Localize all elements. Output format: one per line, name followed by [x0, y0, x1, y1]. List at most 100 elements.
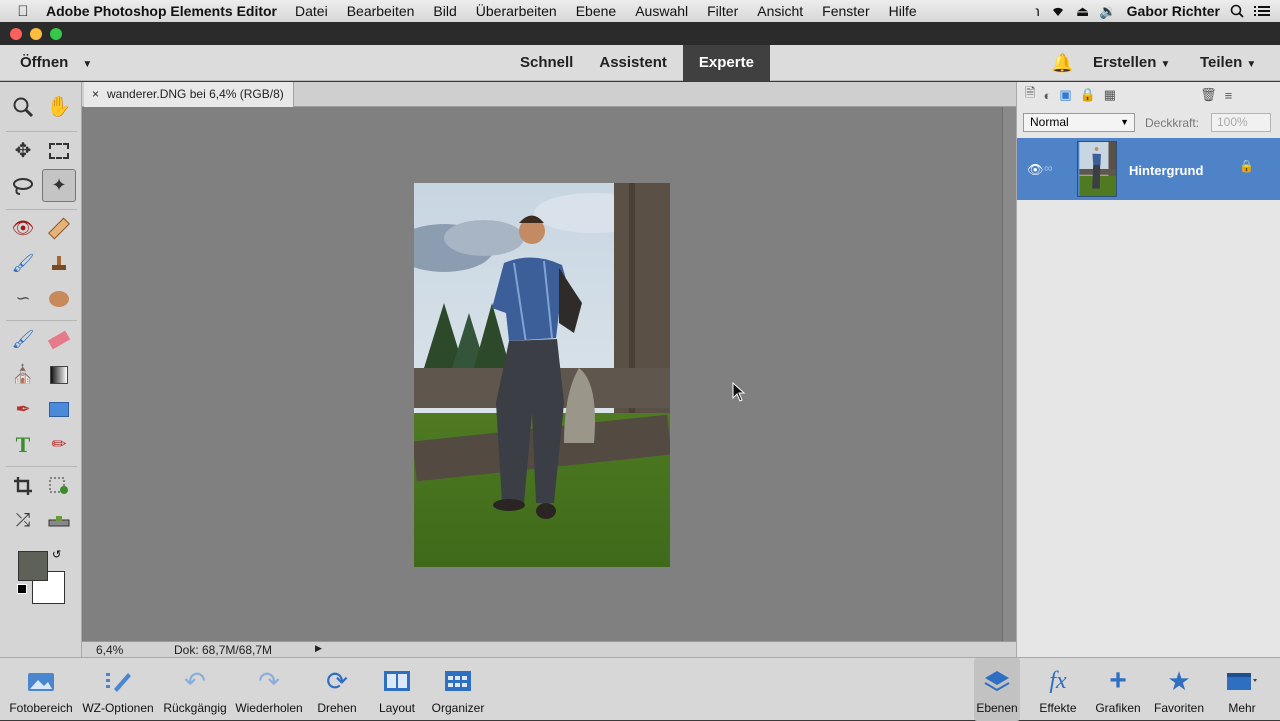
layer-mask-icon[interactable]: ▣ [1059, 87, 1071, 103]
link-icon[interactable]: ∞ [1044, 161, 1053, 175]
shape-tool[interactable] [42, 393, 76, 426]
eject-icon[interactable]: ⏏ [1076, 3, 1089, 20]
opacity-label: Deckkraft: [1145, 116, 1200, 130]
eyedropper-tool[interactable]: ✒ [6, 393, 40, 426]
foreground-color-swatch[interactable] [18, 551, 48, 581]
blur-tool[interactable]: ∽ [6, 282, 40, 315]
lock-transparent-icon[interactable]: ▦ [1104, 87, 1116, 103]
panel-menu-icon[interactable]: ≡ [1225, 88, 1233, 103]
straighten-tool[interactable] [42, 504, 76, 537]
minimize-window-button[interactable] [30, 28, 42, 40]
red-eye-tool[interactable]: 👁 [6, 212, 40, 245]
menu-auswahl[interactable]: Auswahl [635, 3, 688, 19]
blend-mode-select[interactable]: Normal ▼ [1023, 113, 1135, 132]
organizer-button[interactable]: Organizer [428, 658, 488, 721]
lasso-tool[interactable] [6, 169, 40, 202]
bluetooth-icon[interactable]: ℩ [1035, 3, 1040, 20]
opacity-field[interactable]: 100% [1211, 113, 1271, 132]
type-tool[interactable]: T [6, 428, 40, 461]
plus-icon: + [1109, 664, 1127, 697]
open-button[interactable]: Öffnen ▼ [20, 54, 92, 71]
clone-stamp-tool[interactable] [42, 247, 76, 280]
vertical-scrollbar[interactable] [1002, 107, 1016, 642]
fotobereich-button[interactable]: Fotobereich [6, 658, 76, 721]
crop-tool[interactable] [6, 469, 40, 502]
favoriten-button[interactable]: ★ Favoriten [1150, 658, 1208, 721]
redo-icon: ↷ [258, 665, 280, 696]
effekte-button[interactable]: fx Effekte [1034, 658, 1082, 721]
hand-icon: ✋ [46, 96, 72, 118]
eraser-tool[interactable] [42, 323, 76, 356]
bell-icon[interactable]: 🔔 [1051, 53, 1073, 74]
top-bar: Öffnen ▼ Schnell Assistent Experte 🔔 Erst… [0, 45, 1280, 81]
new-layer-icon[interactable]: 🗎 [1025, 84, 1035, 106]
menu-app-name[interactable]: Adobe Photoshop Elements Editor [46, 3, 277, 19]
document-tab[interactable]: × wanderer.DNG bei 6,4% (RGB/8) [84, 82, 294, 107]
wz-optionen-button[interactable]: WZ-Optionen [78, 658, 158, 721]
menu-fenster[interactable]: Fenster [822, 3, 869, 19]
tab-assistent[interactable]: Assistent [589, 45, 677, 81]
document-area: × wanderer.DNG bei 6,4% (RGB/8) 6,4% Dok… [82, 82, 1016, 657]
recompose-tool[interactable] [42, 469, 76, 502]
rotate-button[interactable]: ⟳ Drehen [312, 658, 362, 721]
rectangular-marquee-tool[interactable] [42, 134, 76, 167]
default-colors-icon[interactable] [17, 584, 27, 594]
pencil-tool[interactable]: ✏ [42, 428, 76, 461]
mehr-button[interactable]: Mehr [1220, 658, 1264, 721]
content-aware-move-tool[interactable]: ⤮ [6, 504, 40, 537]
chevron-down-icon: ▼ [1160, 59, 1171, 70]
move-tool[interactable]: ✥ [6, 134, 40, 167]
chevron-down-icon: ▼ [1120, 117, 1129, 127]
spotlight-search-icon[interactable] [1230, 4, 1244, 18]
hand-tool[interactable]: ✋ [42, 90, 76, 123]
quick-selection-tool[interactable]: ✦ [42, 169, 76, 202]
user-name[interactable]: Gabor Richter [1127, 3, 1220, 19]
tab-schnell[interactable]: Schnell [510, 45, 583, 81]
swap-colors-icon[interactable]: ↺ [52, 548, 61, 561]
layout-button[interactable]: Layout [374, 658, 420, 721]
close-tab-icon[interactable]: × [92, 87, 99, 101]
apple-icon[interactable]:  [0, 3, 46, 20]
document-tab-strip: × wanderer.DNG bei 6,4% (RGB/8) [82, 82, 1016, 107]
redo-button[interactable]: ↷ Wiederholen [232, 658, 306, 721]
level-icon [48, 515, 70, 526]
lock-icon[interactable]: 🔒 [1080, 87, 1096, 103]
status-menu-arrow-icon[interactable]: ▶ [315, 643, 325, 654]
adjustment-layer-icon[interactable]: ◐ [1043, 88, 1051, 103]
lasso-icon [13, 177, 33, 195]
trash-icon[interactable]: 🗑 [1200, 87, 1217, 103]
menu-datei[interactable]: Datei [295, 3, 328, 19]
close-window-button[interactable] [10, 28, 22, 40]
layer-row-hintergrund[interactable]: 👁 ∞ Hintergrund 🔒 [1017, 138, 1280, 200]
menu-bild[interactable]: Bild [433, 3, 456, 19]
menu-ebene[interactable]: Ebene [576, 3, 616, 19]
pencil-icon: ✏ [51, 434, 67, 454]
gradient-tool[interactable] [42, 358, 76, 391]
visibility-eye-icon[interactable]: 👁 [1027, 162, 1044, 178]
brush-tool[interactable]: 🖌 [6, 323, 40, 356]
menu-hilfe[interactable]: Hilfe [889, 3, 917, 19]
grafiken-button[interactable]: + Grafiken [1093, 658, 1143, 721]
zoom-level[interactable]: 6,4% [96, 643, 123, 657]
notification-center-icon[interactable] [1254, 5, 1270, 17]
sponge-tool[interactable] [42, 282, 76, 315]
menu-ansicht[interactable]: Ansicht [757, 3, 803, 19]
menu-ueberarbeiten[interactable]: Überarbeiten [476, 3, 557, 19]
menu-filter[interactable]: Filter [707, 3, 738, 19]
undo-button[interactable]: ↶ Rückgängig [160, 658, 230, 721]
share-button[interactable]: Teilen ▼ [1200, 54, 1256, 71]
smart-brush-tool[interactable]: 🖌 [6, 247, 40, 280]
layer-lock-icon[interactable]: 🔒 [1239, 159, 1254, 173]
menu-bearbeiten[interactable]: Bearbeiten [347, 3, 415, 19]
paint-bucket-tool[interactable]: ⛪ [6, 358, 40, 391]
zoom-window-button[interactable] [50, 28, 62, 40]
volume-icon[interactable]: 🔉 [1099, 3, 1116, 20]
photo-canvas[interactable] [414, 183, 670, 567]
spot-healing-tool[interactable] [42, 212, 76, 245]
zoom-tool[interactable] [6, 90, 40, 123]
wifi-icon[interactable] [1050, 5, 1066, 17]
tab-experte[interactable]: Experte [682, 45, 770, 81]
create-button[interactable]: Erstellen ▼ [1093, 54, 1170, 71]
move-icon: ✥ [14, 140, 32, 162]
ebenen-button[interactable]: Ebenen [974, 658, 1020, 721]
